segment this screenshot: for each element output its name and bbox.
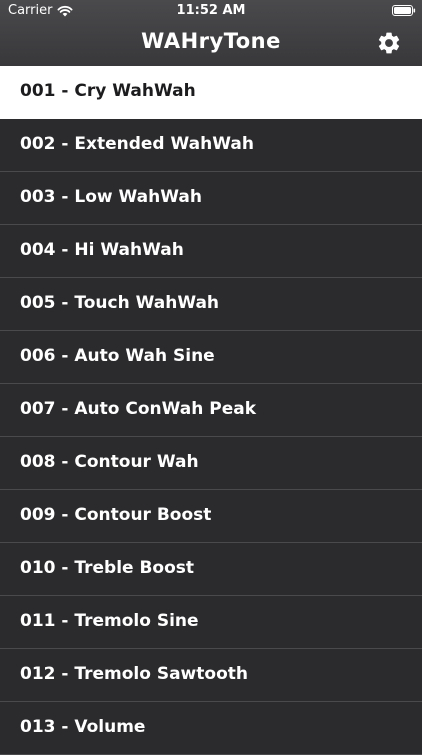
settings-button[interactable] <box>376 30 402 56</box>
gear-icon <box>376 30 402 56</box>
list-item[interactable]: 008 - Contour Wah <box>0 437 422 490</box>
preset-label: 013 - Volume <box>20 717 146 737</box>
preset-label: 001 - Cry WahWah <box>20 81 196 101</box>
status-bar: Carrier 11:52 AM <box>0 0 422 22</box>
preset-label: 003 - Low WahWah <box>20 187 202 207</box>
preset-label: 006 - Auto Wah Sine <box>20 346 215 366</box>
preset-list: 001 - Cry WahWah 002 - Extended WahWah 0… <box>0 66 422 755</box>
list-item[interactable]: 009 - Contour Boost <box>0 490 422 543</box>
battery-icon <box>392 5 416 16</box>
preset-label: 011 - Tremolo Sine <box>20 611 199 631</box>
list-item[interactable]: 006 - Auto Wah Sine <box>0 331 422 384</box>
preset-label: 004 - Hi WahWah <box>20 240 184 260</box>
navigation-header: Carrier 11:52 AM WAHryTone <box>0 0 422 66</box>
preset-label: 005 - Touch WahWah <box>20 293 220 313</box>
app-title: WAHryTone <box>141 29 281 53</box>
preset-label: 012 - Tremolo Sawtooth <box>20 664 248 684</box>
preset-label: 002 - Extended WahWah <box>20 134 254 154</box>
list-item[interactable]: 001 - Cry WahWah <box>0 66 422 119</box>
list-item[interactable]: 002 - Extended WahWah <box>0 119 422 172</box>
list-item[interactable]: 003 - Low WahWah <box>0 172 422 225</box>
preset-label: 008 - Contour Wah <box>20 452 199 472</box>
preset-label: 007 - Auto ConWah Peak <box>20 399 257 419</box>
status-time: 11:52 AM <box>176 3 246 18</box>
preset-label: 010 - Treble Boost <box>20 558 195 578</box>
list-item[interactable]: 005 - Touch WahWah <box>0 278 422 331</box>
list-item[interactable]: 013 - Volume <box>0 702 422 755</box>
list-item[interactable]: 007 - Auto ConWah Peak <box>0 384 422 437</box>
list-item[interactable]: 010 - Treble Boost <box>0 543 422 596</box>
list-item[interactable]: 011 - Tremolo Sine <box>0 596 422 649</box>
list-item[interactable]: 012 - Tremolo Sawtooth <box>0 649 422 702</box>
preset-label: 009 - Contour Boost <box>20 505 212 525</box>
list-item[interactable]: 004 - Hi WahWah <box>0 225 422 278</box>
